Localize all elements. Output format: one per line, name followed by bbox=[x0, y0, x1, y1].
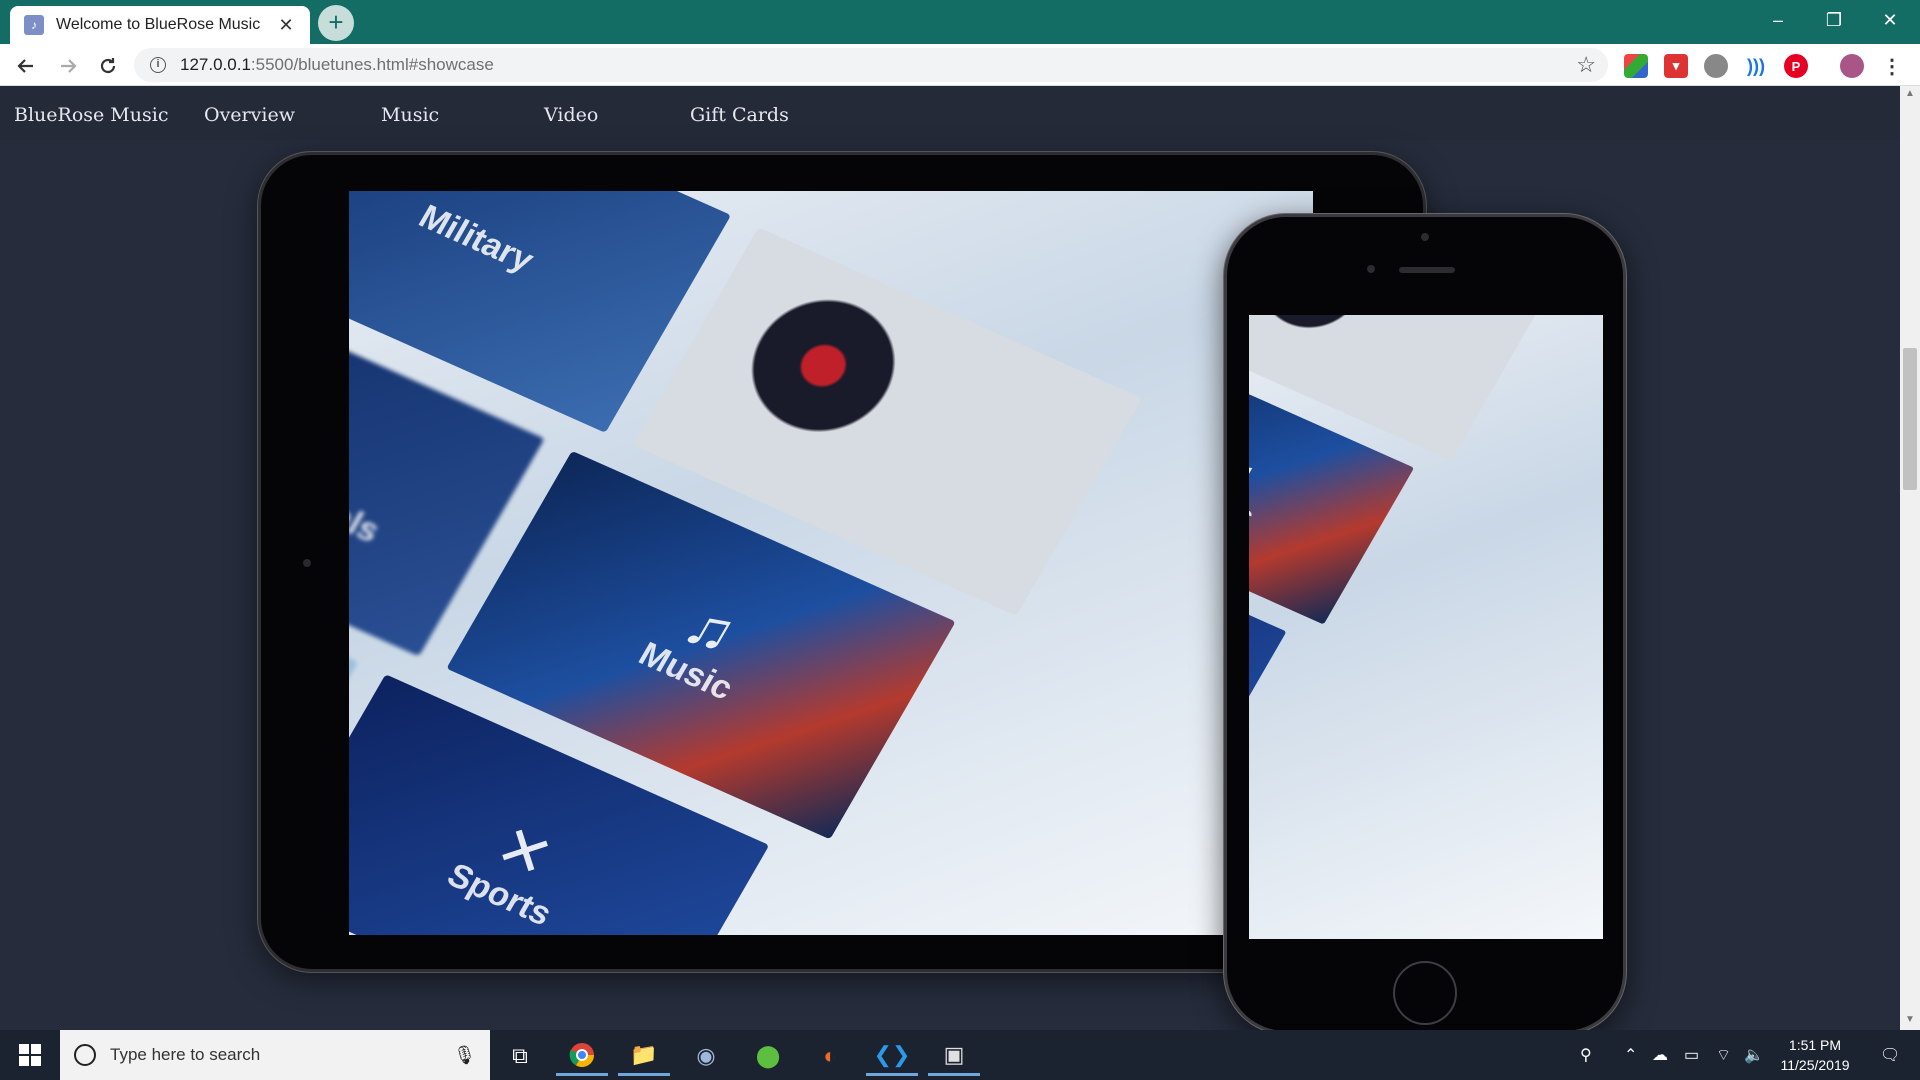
chrome-taskbar-icon[interactable] bbox=[556, 1036, 608, 1076]
music-note-icon: ♫ bbox=[1249, 444, 1265, 500]
music-note-icon: ♪ bbox=[24, 15, 44, 35]
url-path: :5500/bluetunes.html#showcase bbox=[250, 55, 494, 74]
scroll-down-icon[interactable]: ▼ bbox=[1904, 1014, 1916, 1025]
browser-tab[interactable]: ♪ Welcome to BlueRose Music ✕ bbox=[10, 6, 310, 44]
pinterest-icon[interactable]: P bbox=[1784, 54, 1808, 78]
tablet-screen: Military 🎓 Instructionals ♫ Music ▢ ✕ Sp… bbox=[349, 191, 1313, 935]
clock-date: 11/25/2019 bbox=[1780, 1057, 1850, 1073]
phone-sensor bbox=[1367, 265, 1375, 273]
page-scrollbar[interactable]: ▲ ▼ bbox=[1900, 86, 1920, 1030]
restore-button[interactable]: ❐ bbox=[1806, 0, 1862, 40]
vscode-icon[interactable]: ❮❯ bbox=[866, 1036, 918, 1076]
notifications-icon[interactable]: 🗨 bbox=[1880, 1045, 1900, 1065]
profile-avatar[interactable] bbox=[1840, 54, 1864, 78]
phone-mockup: ♫ Music ✕ Sports bbox=[1224, 214, 1626, 1030]
new-tab-button[interactable]: + bbox=[318, 5, 354, 41]
browser-titlebar: ♪ Welcome to BlueRose Music ✕ + – ❐ ✕ bbox=[0, 0, 1920, 44]
shield-icon[interactable] bbox=[1704, 54, 1728, 78]
site-navbar: BlueRose Music Overview Music Video Gift… bbox=[0, 86, 1900, 140]
site-brand[interactable]: BlueRose Music bbox=[14, 104, 168, 126]
task-view-icon[interactable]: ⧉ bbox=[494, 1036, 546, 1076]
browser-toolbar: i 127.0.0.1:5500/bluetunes.html#showcase… bbox=[0, 44, 1920, 86]
reload-button[interactable] bbox=[92, 50, 124, 82]
nav-link-gift-cards[interactable]: Gift Cards bbox=[690, 104, 789, 126]
menu-icon[interactable]: ⋮ bbox=[1880, 54, 1904, 78]
phone-screen: ♫ Music ✕ Sports bbox=[1249, 315, 1603, 939]
people-icon[interactable]: ⚲ bbox=[1580, 1045, 1592, 1065]
system-clock[interactable]: 1:51 PM 11/25/2019 bbox=[1770, 1035, 1860, 1075]
windows-logo-icon bbox=[19, 1044, 41, 1066]
arrow-right-icon bbox=[61, 59, 77, 73]
search-placeholder: Type here to search bbox=[110, 1045, 261, 1064]
close-window-button[interactable]: ✕ bbox=[1862, 0, 1918, 40]
pocket-icon[interactable]: ▾ bbox=[1664, 54, 1688, 78]
wireless-extension-icon[interactable]: ))) bbox=[1744, 54, 1768, 78]
reload-icon bbox=[100, 58, 116, 74]
cloud-icon[interactable]: ☁ bbox=[1652, 1045, 1668, 1065]
origin-icon[interactable]: ◐ bbox=[804, 1036, 856, 1076]
clock-time: 1:51 PM bbox=[1788, 1037, 1842, 1053]
extension-icon[interactable] bbox=[1624, 54, 1648, 78]
arrow-left-icon bbox=[17, 59, 33, 73]
file-explorer-icon[interactable]: 📁 bbox=[618, 1036, 670, 1076]
url-host: 127.0.0.1 bbox=[180, 55, 251, 74]
steam-icon[interactable]: ◉ bbox=[680, 1036, 732, 1076]
page-content: BlueRose Music Overview Music Video Gift… bbox=[0, 86, 1900, 1030]
tab-title: Welcome to BlueRose Music bbox=[56, 16, 261, 33]
phone-camera bbox=[1421, 233, 1429, 241]
start-button[interactable] bbox=[0, 1030, 60, 1080]
nav-link-video[interactable]: Video bbox=[544, 104, 598, 126]
bookmark-star-icon[interactable]: ☆ bbox=[1576, 52, 1596, 78]
minimize-button[interactable]: – bbox=[1750, 0, 1806, 40]
nav-link-overview[interactable]: Overview bbox=[204, 104, 295, 126]
cortana-icon bbox=[74, 1044, 96, 1066]
app-window-icon[interactable]: ▣ bbox=[928, 1036, 980, 1076]
phone-speaker bbox=[1399, 267, 1455, 273]
app-leaf-icon[interactable]: ⬤ bbox=[742, 1036, 794, 1076]
chevron-up-icon[interactable]: ⌃ bbox=[1624, 1045, 1637, 1065]
address-bar[interactable]: i 127.0.0.1:5500/bluetunes.html#showcase… bbox=[134, 48, 1608, 82]
windows-taskbar: Type here to search 🎙 ⧉ 📁 ◉ ⬤ ◐ ❮❯ ▣ ⚲ ⌃… bbox=[0, 1030, 1920, 1080]
back-button[interactable] bbox=[10, 50, 42, 82]
info-icon[interactable]: i bbox=[150, 57, 166, 73]
battery-icon[interactable]: ▭ bbox=[1684, 1045, 1699, 1065]
taskbar-search[interactable]: Type here to search 🎙 bbox=[60, 1030, 490, 1080]
home-button bbox=[1393, 961, 1457, 1025]
forward-button[interactable] bbox=[52, 50, 84, 82]
wifi-icon[interactable]: ⌔ bbox=[1716, 1045, 1731, 1065]
nav-link-music[interactable]: Music bbox=[381, 104, 439, 126]
scroll-thumb[interactable] bbox=[1903, 348, 1917, 490]
tablet-camera bbox=[303, 559, 311, 567]
close-icon[interactable]: ✕ bbox=[276, 15, 296, 36]
chrome-icon bbox=[569, 1042, 594, 1067]
scroll-up-icon[interactable]: ▲ bbox=[1904, 88, 1916, 99]
volume-icon[interactable]: 🔈 bbox=[1744, 1045, 1764, 1065]
microphone-icon[interactable]: 🎙 bbox=[453, 1045, 476, 1066]
